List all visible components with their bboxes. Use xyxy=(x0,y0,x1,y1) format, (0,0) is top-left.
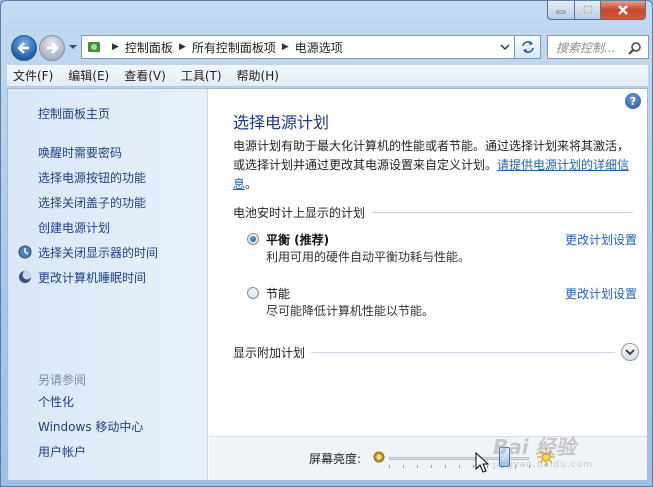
sidebar-item-label: 选择关闭盖子的功能 xyxy=(38,196,147,210)
menu-file[interactable]: 文件(F) xyxy=(13,67,53,84)
search-icon[interactable] xyxy=(628,41,642,55)
menu-bar: 文件(F) 编辑(E) 查看(V) 工具(T) 帮助(H) xyxy=(7,65,648,87)
history-dropdown-icon[interactable] xyxy=(69,43,77,51)
maximize-icon xyxy=(582,5,593,14)
chevron-down-icon xyxy=(625,349,635,356)
close-icon xyxy=(618,5,628,15)
search-placeholder: 搜索控制... xyxy=(556,40,616,55)
change-plan-settings-link[interactable]: 更改计划设置 xyxy=(565,231,637,248)
plan-balanced: 平衡 (推荐) 更改计划设置 利用可用的硬件自动平衡功耗与性能。 xyxy=(247,230,637,266)
sidebar-item-label: 选择电源按钮的功能 xyxy=(38,171,147,185)
arrow-right-icon xyxy=(47,42,59,54)
back-button[interactable] xyxy=(11,35,37,61)
divider xyxy=(311,351,615,353)
maximize-button[interactable] xyxy=(575,1,601,20)
additional-plans-label: 显示附加计划 xyxy=(233,345,306,360)
description-end: 。 xyxy=(245,177,258,191)
navigation-bar: ▶ 控制面板 ▶ 所有控制面板项 ▶ 电源选项 搜索控制... xyxy=(9,33,649,61)
sidebar-item-power-buttons[interactable]: 选择电源按钮的功能 xyxy=(18,165,158,190)
breadcrumb-separator: ▶ xyxy=(281,42,289,52)
dim-sun-icon xyxy=(373,451,385,463)
plan-name[interactable]: 平衡 (推荐) xyxy=(266,231,329,248)
see-also-heading: 另请参阅 xyxy=(38,373,87,387)
sidebar-item-lid-close[interactable]: 选择关闭盖子的功能 xyxy=(18,190,158,215)
task-pane: 控制面板主页 唤醒时需要密码 选择电源按钮的功能 选择关闭盖子的功能 创建电源计… xyxy=(8,89,208,480)
page-title: 选择电源计划 xyxy=(233,113,330,132)
breadcrumb-control-panel[interactable]: 控制面板 xyxy=(125,39,173,56)
expand-button[interactable] xyxy=(621,343,639,361)
refresh-icon xyxy=(521,41,534,53)
brightness-label: 屏幕亮度: xyxy=(309,452,362,466)
group-header-label: 电池安时计上显示的计划 xyxy=(233,206,366,220)
sidebar-item-display-off[interactable]: 选择关闭显示器的时间 xyxy=(18,240,158,265)
slider-tick xyxy=(403,465,404,468)
forward-button[interactable] xyxy=(39,35,65,61)
sidebar-item-label: 更改计算机睡眠时间 xyxy=(38,271,147,285)
sidebar-item-create-plan[interactable]: 创建电源计划 xyxy=(18,215,158,240)
plan-description: 利用可用的硬件自动平衡功耗与性能。 xyxy=(266,250,471,264)
address-bar[interactable]: ▶ 控制面板 ▶ 所有控制面板项 ▶ 电源选项 xyxy=(81,35,515,59)
see-also-mobility-center[interactable]: Windows 移动中心 xyxy=(38,414,143,439)
sidebar-item-sleep-time[interactable]: 更改计算机睡眠时间 xyxy=(18,265,158,290)
slider-tick xyxy=(473,465,474,468)
menu-edit[interactable]: 编辑(E) xyxy=(68,67,109,84)
see-also-user-accounts[interactable]: 用户帐户 xyxy=(38,439,143,464)
moon-icon xyxy=(19,270,32,283)
breadcrumb-all-items[interactable]: 所有控制面板项 xyxy=(192,39,276,56)
mouse-cursor-icon xyxy=(475,452,489,473)
sidebar-item-label: 唤醒时需要密码 xyxy=(38,146,123,160)
slider-tick xyxy=(431,465,432,468)
content-area: 控制面板主页 唤醒时需要密码 选择电源按钮的功能 选择关闭盖子的功能 创建电源计… xyxy=(7,88,648,481)
menu-tools[interactable]: 工具(T) xyxy=(181,67,222,84)
refresh-button[interactable] xyxy=(515,35,541,59)
address-dropdown-icon[interactable] xyxy=(500,42,510,52)
plan-name[interactable]: 节能 xyxy=(266,285,290,302)
breadcrumb-separator: ▶ xyxy=(112,42,119,52)
menu-help[interactable]: 帮助(H) xyxy=(237,67,279,84)
search-input[interactable]: 搜索控制... xyxy=(547,35,649,59)
sidebar-item-label: 创建电源计划 xyxy=(38,221,111,235)
close-button[interactable] xyxy=(601,1,646,20)
control-panel-icon xyxy=(88,42,100,52)
control-panel-home-link[interactable]: 控制面板主页 xyxy=(38,105,110,122)
main-panel: ? 选择电源计划 电源计划有助于最大化计算机的性能或者节能。通过选择计划来将其激… xyxy=(209,89,647,480)
sidebar-item-label: 选择关闭显示器的时间 xyxy=(38,246,159,260)
help-icon[interactable]: ? xyxy=(625,93,641,109)
show-additional-plans[interactable]: 显示附加计划 xyxy=(233,343,639,361)
page-description: 电源计划有助于最大化计算机的性能或者节能。通过选择计划来将其激活，或选择计划并通… xyxy=(233,137,638,194)
watermark-logo: Bai 经验 jingyan.baidu.com xyxy=(493,435,594,470)
plan-balanced-radio[interactable] xyxy=(247,233,259,245)
change-plan-settings-link[interactable]: 更改计划设置 xyxy=(565,285,637,302)
minimize-icon xyxy=(556,10,566,14)
breadcrumb-power-options[interactable]: 电源选项 xyxy=(295,39,343,56)
plan-power-saver: 节能 更改计划设置 尽可能降低计算机性能以节能。 xyxy=(247,284,637,320)
task-links: 唤醒时需要密码 选择电源按钮的功能 选择关闭盖子的功能 创建电源计划 选择关闭显 xyxy=(18,140,158,290)
arrow-left-icon xyxy=(17,42,29,54)
menu-view[interactable]: 查看(V) xyxy=(124,67,166,84)
sidebar-item-wake-password[interactable]: 唤醒时需要密码 xyxy=(18,140,158,165)
slider-tick xyxy=(417,465,418,468)
divider xyxy=(373,212,633,213)
plan-description: 尽可能降低计算机性能以节能。 xyxy=(266,304,435,318)
slider-tick xyxy=(445,465,446,468)
minimize-button[interactable] xyxy=(547,1,575,20)
see-also-links: 个性化 Windows 移动中心 用户帐户 xyxy=(38,389,143,464)
plans-group-header: 电池安时计上显示的计划 xyxy=(233,204,633,221)
slider-tick xyxy=(459,465,460,468)
plan-power-saver-radio[interactable] xyxy=(247,287,259,299)
see-also-personalization[interactable]: 个性化 xyxy=(38,389,143,414)
monitor-icon xyxy=(18,245,32,259)
caption-buttons xyxy=(547,1,646,20)
breadcrumb-separator: ▶ xyxy=(178,42,186,52)
slider-tick xyxy=(389,465,390,468)
control-panel-window: ▶ 控制面板 ▶ 所有控制面板项 ▶ 电源选项 搜索控制... 文件(F) 编辑… xyxy=(0,0,653,487)
